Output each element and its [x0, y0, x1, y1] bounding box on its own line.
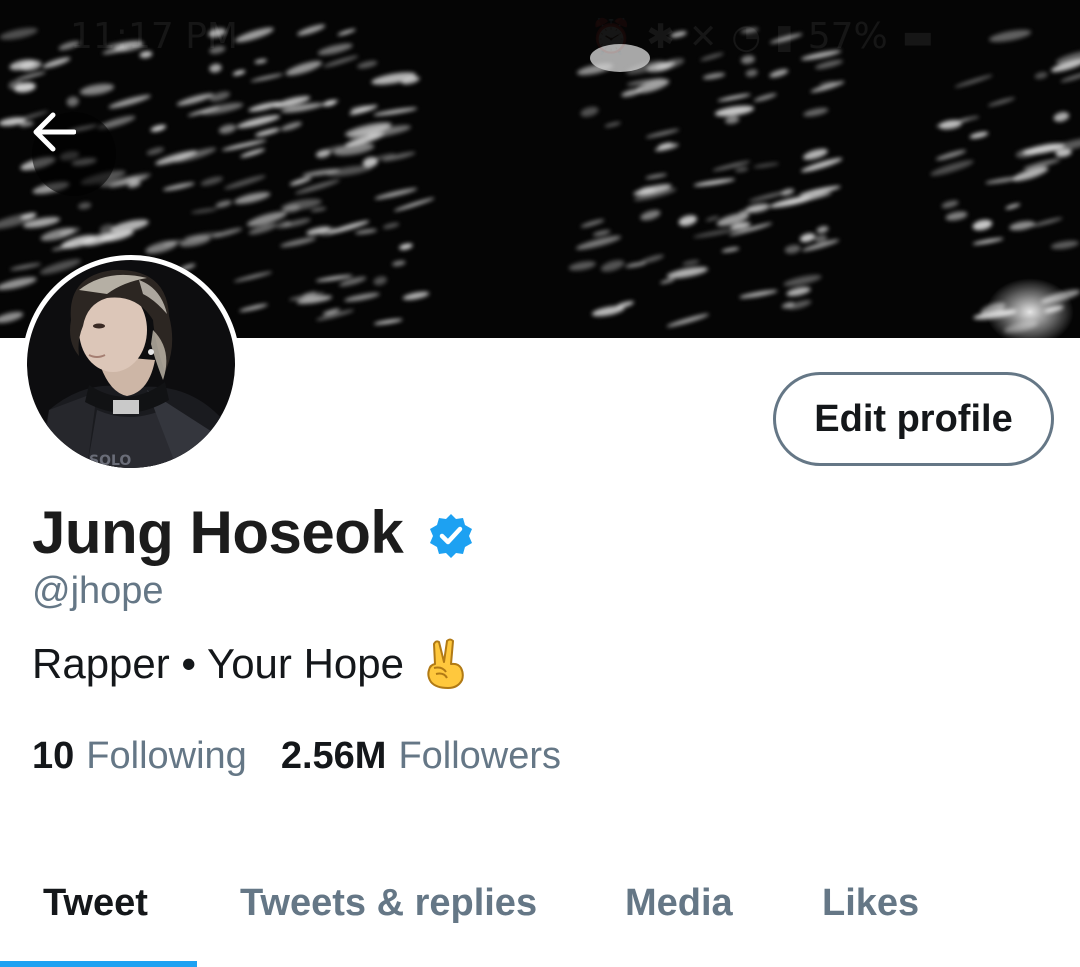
status-icons: ⏰ ✱ ✕ ◔ ▮ 57% ▬ — [590, 16, 934, 57]
tab-tweet[interactable]: Tweet — [43, 882, 148, 925]
signal-icon: ▮ — [775, 16, 794, 57]
followers-stat[interactable]: 2.56M Followers — [281, 735, 561, 778]
user-handle: @jhope — [32, 570, 164, 612]
tab-media[interactable]: Media — [625, 882, 733, 925]
tab-likes[interactable]: Likes — [822, 882, 919, 925]
bio: Rapper • Your Hope — [32, 638, 468, 690]
mute-icon: ✕ — [688, 16, 718, 57]
following-count: 10 — [32, 735, 75, 777]
profile-screen: 11:17 PM ⏰ ✱ ✕ ◔ ▮ 57% ▬ SOLO Edit profi… — [0, 0, 1080, 967]
follow-stats: 10 Following 2.56M Followers — [32, 735, 561, 778]
following-label: Following — [86, 735, 247, 777]
profile-tabs: Tweet Tweets & replies Media Likes — [0, 860, 1080, 967]
avatar[interactable]: SOLO — [22, 255, 240, 473]
following-stat[interactable]: 10 Following — [32, 735, 247, 778]
avatar-image: SOLO — [27, 260, 235, 468]
status-bar: 11:17 PM ⏰ ✱ ✕ ◔ ▮ 57% ▬ — [0, 0, 1080, 72]
bluetooth-icon: ✱ — [646, 16, 675, 57]
active-tab-indicator — [0, 961, 197, 967]
followers-count: 2.56M — [280, 735, 387, 777]
bio-text: Rapper • Your Hope — [32, 640, 404, 687]
followers-label: Followers — [398, 735, 562, 777]
display-name-row: Jung Hoseok — [32, 498, 475, 567]
back-button[interactable] — [32, 112, 116, 196]
victory-hand-icon — [427, 638, 464, 689]
alarm-icon: ⏰ — [590, 16, 633, 57]
display-name: Jung Hoseok — [32, 499, 404, 566]
battery-icon: ▬ — [901, 16, 934, 57]
battery-percent: 57% — [807, 16, 888, 57]
status-time: 11:17 PM — [70, 16, 238, 57]
arrow-left-icon — [33, 112, 76, 152]
edit-profile-button[interactable]: Edit profile — [773, 372, 1054, 466]
verified-badge-icon — [430, 513, 473, 558]
wifi-icon: ◔ — [731, 16, 762, 57]
tab-tweets-and-replies[interactable]: Tweets & replies — [240, 882, 537, 925]
svg-text:SOLO: SOLO — [89, 453, 131, 468]
